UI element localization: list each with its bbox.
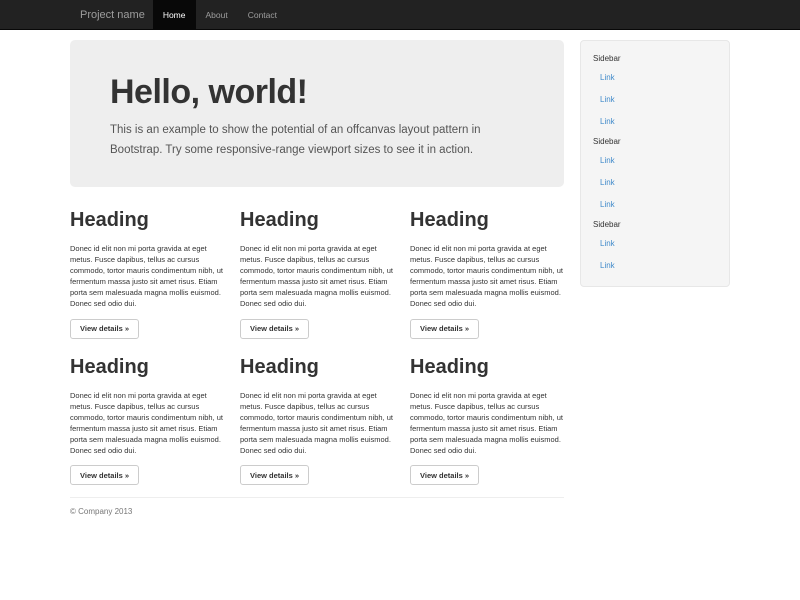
card-body-text: Donec id elit non mi porta gravida at eg… [70,390,224,456]
sidebar-link[interactable]: Link [591,66,719,88]
card-heading: Heading [70,356,224,378]
card: Heading Donec id elit non mi porta gravi… [240,209,394,339]
view-details-button[interactable]: View details » [70,465,139,485]
card: Heading Donec id elit non mi porta gravi… [410,356,564,486]
navbar-container: Project name Home About Contact [70,0,730,30]
view-details-button[interactable]: View details » [240,465,309,485]
card-heading: Heading [240,209,394,231]
card-body-text: Donec id elit non mi porta gravida at eg… [410,390,564,456]
cards-row-1: Heading Donec id elit non mi porta gravi… [70,209,564,339]
brand-link[interactable]: Project name [80,0,145,30]
card-body-text: Donec id elit non mi porta gravida at eg… [240,243,394,309]
card-body-text: Donec id elit non mi porta gravida at eg… [70,243,224,309]
sidebar-group-title: Sidebar [591,49,719,66]
sidebar-link[interactable]: Link [591,110,719,132]
card: Heading Donec id elit non mi porta gravi… [70,209,224,339]
card: Heading Donec id elit non mi porta gravi… [70,356,224,486]
sidebar-group: Sidebar Link Link [591,215,719,276]
card-heading: Heading [410,356,564,378]
sidebar-link[interactable]: Link [591,232,719,254]
jumbotron-description: This is an example to show the potential… [110,120,498,160]
card-body-text: Donec id elit non mi porta gravida at eg… [240,390,394,456]
view-details-button[interactable]: View details » [410,319,479,339]
page-container: Hello, world! This is an example to show… [70,30,730,516]
nav-item-about[interactable]: About [196,0,238,30]
card-body-text: Donec id elit non mi porta gravida at eg… [410,243,564,309]
nav-item-home[interactable]: Home [153,0,196,30]
page-title: Hello, world! [110,72,524,112]
sidebar-group-title: Sidebar [591,132,719,149]
card-heading: Heading [70,209,224,231]
jumbotron: Hello, world! This is an example to show… [70,40,564,187]
view-details-button[interactable]: View details » [240,319,309,339]
sidebar-group: Sidebar Link Link Link [591,132,719,215]
card: Heading Donec id elit non mi porta gravi… [410,209,564,339]
sidebar-group: Sidebar Link Link Link [591,49,719,132]
offcanvas-sidebar: Sidebar Link Link Link Sidebar Link Link… [580,40,730,287]
sidebar-link[interactable]: Link [591,88,719,110]
content-row: Hello, world! This is an example to show… [70,30,730,516]
main-column: Hello, world! This is an example to show… [70,30,564,516]
card-heading: Heading [410,209,564,231]
card-heading: Heading [240,356,394,378]
view-details-button[interactable]: View details » [410,465,479,485]
copyright-text: © Company 2013 [70,507,564,516]
page-footer: © Company 2013 [70,497,564,516]
navbar-menu: Home About Contact [153,0,287,30]
sidebar-link[interactable]: Link [591,254,719,276]
cards-row-2: Heading Donec id elit non mi porta gravi… [70,356,564,486]
sidebar-link[interactable]: Link [591,193,719,215]
view-details-button[interactable]: View details » [70,319,139,339]
nav-item-contact[interactable]: Contact [238,0,287,30]
sidebar-link[interactable]: Link [591,171,719,193]
top-navbar: Project name Home About Contact [0,0,800,30]
sidebar-link[interactable]: Link [591,149,719,171]
sidebar-group-title: Sidebar [591,215,719,232]
card: Heading Donec id elit non mi porta gravi… [240,356,394,486]
